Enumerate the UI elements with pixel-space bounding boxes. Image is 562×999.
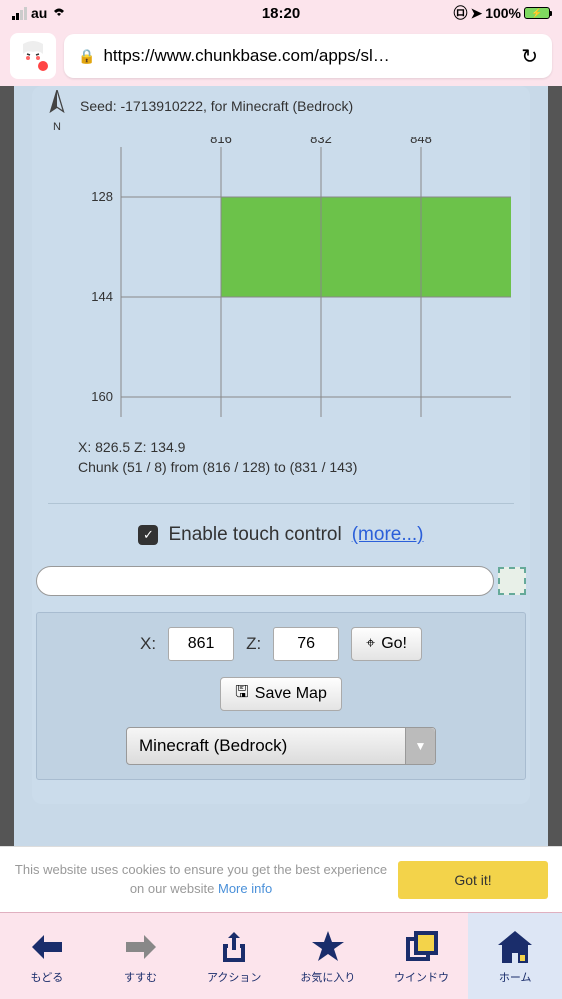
share-icon [219, 927, 249, 967]
version-select-value: Minecraft (Bedrock) [139, 736, 287, 756]
rocket-icon: ⌖ [366, 635, 375, 653]
signal-bars-icon [12, 7, 27, 20]
seed-line: Seed: -1713910222, for Minecraft (Bedroc… [80, 90, 353, 114]
battery-percent: 100% [485, 5, 521, 21]
x-tick-816: 816 [210, 137, 232, 146]
url-field[interactable]: 🔒 https://www.chunkbase.com/apps/sl… ↻ [64, 34, 552, 78]
xz-input-row: X: Z: ⌖ Go! [53, 627, 509, 661]
go-button-label: Go! [381, 635, 407, 653]
cookie-accept-button[interactable]: Got it! [398, 861, 548, 899]
zoom-range-row [36, 566, 526, 596]
nav-action-label: アクション [207, 969, 261, 985]
touch-control-label: Enable touch control [168, 524, 341, 546]
nav-window-label: ウインドウ [394, 969, 449, 985]
chevron-down-icon: ▼ [405, 728, 435, 764]
nav-window[interactable]: ウインドウ [375, 913, 469, 999]
browser-avatar[interactable] [10, 33, 56, 79]
status-left: au [12, 5, 67, 21]
nav-favorite-label: お気に入り [300, 969, 355, 985]
app-card: N Seed: -1713910222, for Minecraft (Bedr… [32, 86, 530, 804]
touch-control-checkbox[interactable]: ✓ [138, 525, 158, 545]
page-content: N Seed: -1713910222, for Minecraft (Bedr… [0, 86, 562, 912]
status-bar: au 18:20 ㋺ ➤ 100% ⚡ [0, 0, 562, 26]
cookie-text: This website uses cookies to ensure you … [14, 861, 388, 897]
zoom-handle[interactable] [498, 567, 526, 595]
arrow-left-icon [30, 927, 64, 967]
battery-icon: ⚡ [524, 7, 550, 19]
orientation-lock-icon: ㋺ [453, 3, 467, 23]
x-tick-848: 848 [410, 137, 432, 146]
x-label: X: [140, 634, 156, 654]
nav-home[interactable]: ホーム [468, 913, 562, 999]
save-icon: 🖫 [235, 681, 249, 708]
star-icon [311, 927, 345, 967]
x-input[interactable] [168, 627, 234, 661]
wifi-icon [51, 5, 67, 21]
nav-action[interactable]: アクション [187, 913, 281, 999]
controls-panel: X: Z: ⌖ Go! 🖫 Save Map [36, 612, 526, 780]
browser-url-bar: 🔒 https://www.chunkbase.com/apps/sl… ↻ [0, 26, 562, 86]
nav-forward[interactable]: すすむ [94, 913, 188, 999]
divider [48, 503, 514, 504]
carrier-label: au [31, 5, 47, 21]
z-input[interactable] [273, 627, 339, 661]
touch-control-row: ✓ Enable touch control (more...) [44, 524, 518, 546]
cookie-more-link[interactable]: More info [218, 881, 272, 896]
arrow-right-icon [124, 927, 158, 967]
version-select[interactable]: Minecraft (Bedrock) ▼ [126, 727, 436, 765]
chunk-map[interactable]: 816 832 848 128 144 160 [64, 137, 518, 432]
save-map-label: Save Map [255, 685, 327, 703]
zoom-slider[interactable] [36, 566, 494, 596]
y-tick-128: 128 [91, 189, 113, 204]
bottom-nav: もどる すすむ アクション お気に入り ウインドウ ホーム [0, 912, 562, 999]
status-right: ㋺ ➤ 100% ⚡ [453, 3, 550, 23]
z-label: Z: [246, 634, 261, 654]
nav-back[interactable]: もどる [0, 913, 94, 999]
home-icon [498, 927, 532, 967]
nav-favorite[interactable]: お気に入り [281, 913, 375, 999]
cookie-banner: This website uses cookies to ensure you … [0, 846, 562, 912]
nav-back-label: もどる [30, 969, 63, 985]
nav-forward-label: すすむ [124, 969, 157, 985]
coord-readout: X: 826.5 Z: 134.9 Chunk (51 / 8) from (8… [78, 438, 518, 477]
nav-home-label: ホーム [499, 969, 532, 985]
y-tick-160: 160 [91, 389, 113, 404]
coord-line-chunk: Chunk (51 / 8) from (816 / 128) to (831 … [78, 458, 518, 478]
compass-label: N [44, 121, 70, 133]
status-time: 18:20 [262, 5, 300, 22]
url-text: https://www.chunkbase.com/apps/sl… [103, 46, 513, 66]
y-tick-144: 144 [91, 289, 113, 304]
touch-control-more-link[interactable]: (more...) [352, 524, 424, 546]
reload-icon[interactable]: ↻ [521, 44, 538, 69]
lock-icon: 🔒 [78, 48, 95, 65]
coord-line-xz: X: 826.5 Z: 134.9 [78, 438, 518, 458]
compass-icon: N [44, 90, 70, 133]
save-map-button[interactable]: 🖫 Save Map [220, 677, 342, 711]
go-button[interactable]: ⌖ Go! [351, 627, 422, 661]
x-tick-832: 832 [310, 137, 332, 146]
location-icon: ➤ [470, 5, 482, 22]
window-icon [406, 927, 438, 967]
